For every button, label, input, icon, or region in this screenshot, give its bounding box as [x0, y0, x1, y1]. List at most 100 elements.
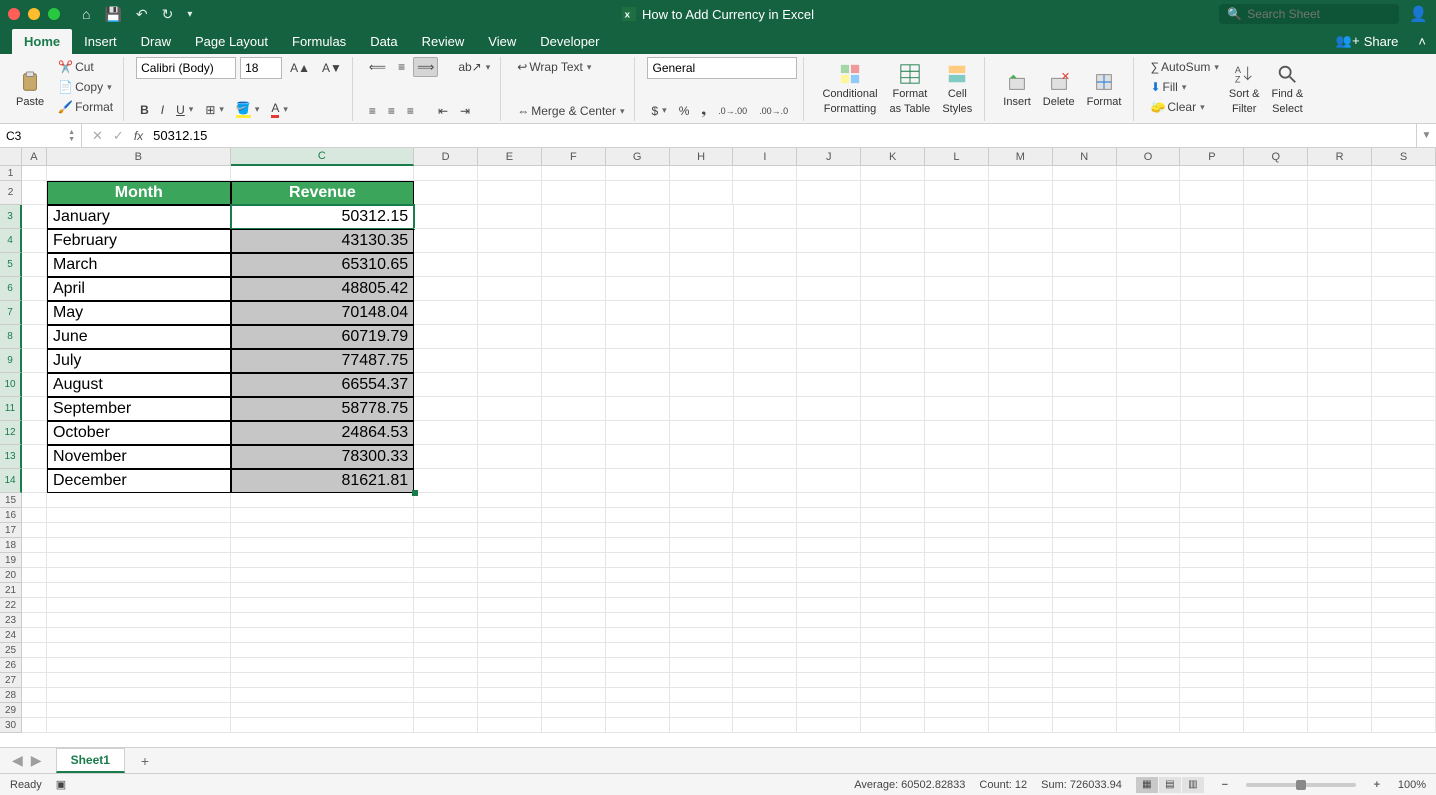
cell-E3[interactable] [478, 205, 542, 229]
col-header-O[interactable]: O [1117, 148, 1181, 166]
cell-B26[interactable] [47, 658, 231, 673]
cell-E14[interactable] [478, 469, 542, 493]
enter-formula-icon[interactable]: ✓ [113, 128, 124, 144]
cell-Q14[interactable] [1244, 469, 1308, 493]
cell-K28[interactable] [861, 688, 925, 703]
cell-N17[interactable] [1053, 523, 1117, 538]
cell-M15[interactable] [989, 493, 1053, 508]
cell-P23[interactable] [1180, 613, 1244, 628]
cell-S6[interactable] [1372, 277, 1436, 301]
col-header-B[interactable]: B [47, 148, 231, 166]
cell-I27[interactable] [733, 673, 797, 688]
cell-M10[interactable] [989, 373, 1053, 397]
cell-L12[interactable] [925, 421, 989, 445]
cell-K15[interactable] [861, 493, 925, 508]
cell-D4[interactable] [414, 229, 478, 253]
cell-L3[interactable] [925, 205, 989, 229]
cell-J15[interactable] [797, 493, 861, 508]
cell-P17[interactable] [1180, 523, 1244, 538]
cell-A27[interactable] [22, 673, 47, 688]
cell-L4[interactable] [925, 229, 989, 253]
cell-J14[interactable] [797, 469, 861, 493]
row-header-2[interactable]: 2 [0, 181, 22, 205]
cell-K2[interactable] [861, 181, 925, 205]
cell-O8[interactable] [1117, 325, 1181, 349]
cell-A12[interactable] [22, 421, 47, 445]
increase-indent-button[interactable]: ⇥ [456, 101, 474, 121]
cell-H17[interactable] [670, 523, 734, 538]
col-header-S[interactable]: S [1372, 148, 1436, 166]
merge-center-button[interactable]: ⇔Merge & Center▾ [513, 101, 628, 121]
cell-L16[interactable] [925, 508, 989, 523]
cell-Q2[interactable] [1244, 181, 1308, 205]
cell-J10[interactable] [797, 373, 861, 397]
cell-Q1[interactable] [1244, 166, 1308, 181]
cell-G6[interactable] [606, 277, 670, 301]
cell-E27[interactable] [478, 673, 542, 688]
cell-C13[interactable]: 78300.33 [231, 445, 415, 469]
cell-K5[interactable] [861, 253, 925, 277]
cell-R7[interactable] [1308, 301, 1372, 325]
cell-K30[interactable] [861, 718, 925, 733]
cell-H20[interactable] [670, 568, 734, 583]
cell-F21[interactable] [542, 583, 606, 598]
cell-R15[interactable] [1308, 493, 1372, 508]
align-bottom-button[interactable]: ⟹ [413, 57, 438, 77]
cell-F14[interactable] [542, 469, 606, 493]
cell-I22[interactable] [733, 598, 797, 613]
cell-C28[interactable] [231, 688, 415, 703]
cell-A11[interactable] [22, 397, 47, 421]
cell-Q13[interactable] [1244, 445, 1308, 469]
tab-insert[interactable]: Insert [72, 29, 129, 54]
cell-G14[interactable] [606, 469, 670, 493]
cell-C26[interactable] [231, 658, 415, 673]
cell-I6[interactable] [734, 277, 798, 301]
cell-C29[interactable] [231, 703, 415, 718]
cell-P30[interactable] [1180, 718, 1244, 733]
cell-R12[interactable] [1308, 421, 1372, 445]
cell-E5[interactable] [478, 253, 542, 277]
cell-Q18[interactable] [1244, 538, 1308, 553]
cell-M13[interactable] [989, 445, 1053, 469]
cell-R13[interactable] [1308, 445, 1372, 469]
cell-D15[interactable] [414, 493, 478, 508]
name-box-stepper[interactable]: ▲▼ [68, 129, 75, 143]
col-header-I[interactable]: I [733, 148, 797, 166]
cell-S7[interactable] [1372, 301, 1436, 325]
cell-E15[interactable] [478, 493, 542, 508]
cell-I30[interactable] [733, 718, 797, 733]
cell-E20[interactable] [478, 568, 542, 583]
col-header-E[interactable]: E [478, 148, 542, 166]
cell-P29[interactable] [1180, 703, 1244, 718]
row-header-16[interactable]: 16 [0, 508, 22, 523]
row-header-30[interactable]: 30 [0, 718, 22, 733]
cell-A7[interactable] [22, 301, 47, 325]
row-header-18[interactable]: 18 [0, 538, 22, 553]
cell-N15[interactable] [1053, 493, 1117, 508]
minimize-window-button[interactable] [28, 8, 40, 20]
row-header-3[interactable]: 3 [0, 205, 22, 229]
cell-J2[interactable] [797, 181, 861, 205]
cell-D7[interactable] [414, 301, 478, 325]
cell-B15[interactable] [47, 493, 231, 508]
cell-P22[interactable] [1180, 598, 1244, 613]
cell-M4[interactable] [989, 229, 1053, 253]
cell-P25[interactable] [1180, 643, 1244, 658]
cell-K6[interactable] [861, 277, 925, 301]
cell-O14[interactable] [1117, 469, 1181, 493]
cell-G22[interactable] [606, 598, 670, 613]
cell-E13[interactable] [478, 445, 542, 469]
cell-N16[interactable] [1053, 508, 1117, 523]
cell-B30[interactable] [47, 718, 231, 733]
cell-H18[interactable] [670, 538, 734, 553]
cell-E10[interactable] [478, 373, 542, 397]
cell-K13[interactable] [861, 445, 925, 469]
cell-I19[interactable] [733, 553, 797, 568]
cell-J28[interactable] [797, 688, 861, 703]
col-header-A[interactable]: A [22, 148, 47, 166]
cell-D26[interactable] [414, 658, 478, 673]
cell-G19[interactable] [606, 553, 670, 568]
cell-E16[interactable] [478, 508, 542, 523]
sheet-nav-next[interactable]: ▶ [27, 752, 46, 769]
delete-cells-button[interactable]: ✕ Delete [1037, 57, 1081, 121]
